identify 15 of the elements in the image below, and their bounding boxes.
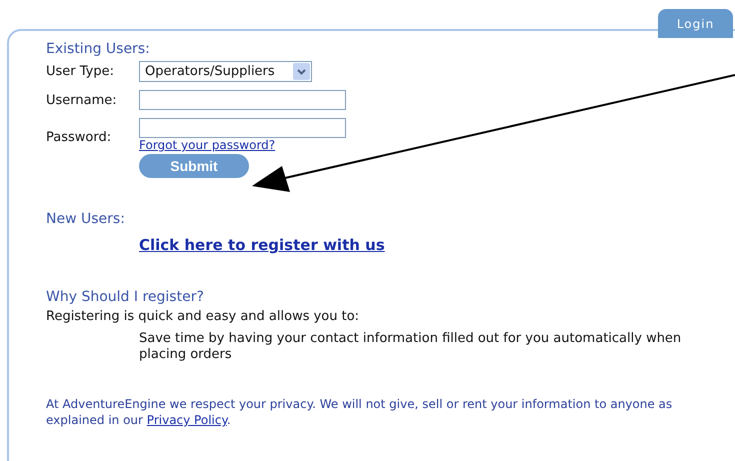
intro-text: Registering is quick and easy and allows you to: [46,309,360,325]
field-label: User Type: [46,64,116,79]
section-heading: Existing Users: [46,41,151,57]
benefit-text: Save time by having your contact information filled out for you automatically when placing orders [139,331,682,363]
user-type-select[interactable]: Operators/Suppliers [139,61,312,82]
password-field[interactable] [139,118,346,138]
privacy-notice: At AdventureEngine we respect your privacy. We will not give, sell or rent your information to anyone as explained in our Privacy Policy. [46,396,674,428]
section-heading: Why Should I register? [46,289,205,305]
register-link[interactable]: Click here to register with us [139,236,385,254]
field-label: Username: [46,92,118,108]
username-field[interactable] [139,90,346,110]
privacy-policy-link[interactable]: Privacy Policy [146,413,227,427]
field-label: Password: [46,130,112,145]
forgot-password-link[interactable]: Forgot your password? [139,138,276,152]
section-heading: New Users: [46,211,126,227]
